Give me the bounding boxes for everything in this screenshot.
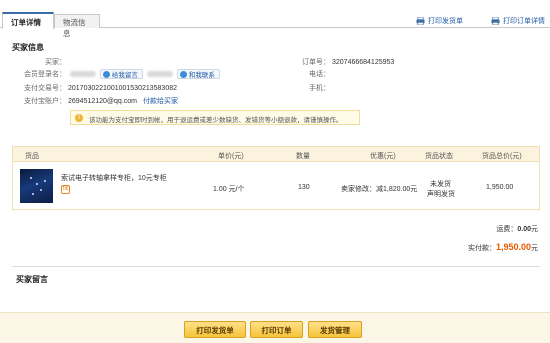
- buyer-message-title: 买家留言: [16, 275, 48, 284]
- leave-message-label: 给我留言: [111, 72, 138, 80]
- contact-me-button[interactable]: 和我联系: [176, 69, 220, 80]
- refund-notice: ! 该功能为支付宝即时到帐，用于退运费或差少数缺货、发错货等小额退款，请谨慎操作…: [70, 110, 360, 125]
- order-no-value: 3207466684125953: [332, 59, 395, 66]
- col-goods: 货品: [25, 153, 39, 160]
- quantity-cell: 130: [298, 184, 310, 191]
- shipping-fee-unit: 元: [531, 226, 538, 233]
- discount-cell: 卖家修改：减1,820.00元: [341, 186, 418, 193]
- tab-order-details[interactable]: 订单详情: [2, 12, 54, 29]
- col-status: 货品状态: [425, 153, 453, 160]
- buyer-info-title: 买家信息: [12, 43, 44, 52]
- col-quantity: 数量: [296, 153, 310, 160]
- total-cell: 1,950.00: [486, 184, 514, 191]
- table-row: 索试电子转轴拿样专柜，10元专柜 保 1.00 元/个 130 卖家修改：减1,…: [12, 162, 540, 210]
- alipay-account-value: 2694512120@qq.com: [68, 98, 137, 105]
- col-unit-price: 单价(元): [218, 153, 244, 160]
- alipay-label: 支付宝账户：: [24, 98, 66, 105]
- trade-no-value: 2017030221001001530213583082: [68, 85, 178, 92]
- shipping-fee-label: 运费：: [496, 226, 518, 233]
- phone-label: 电话：: [309, 71, 330, 78]
- printer-icon: [491, 17, 500, 25]
- print-shipping-button[interactable]: 打印发货单: [184, 321, 246, 338]
- buyer-label: 买家：: [45, 59, 66, 66]
- tab-logistics[interactable]: 物流信息: [54, 14, 100, 38]
- info-icon: !: [75, 114, 83, 122]
- mobile-label: 手机：: [309, 85, 330, 92]
- member-row: 会员登录名： 给我留言 和我联系: [4, 69, 220, 80]
- print-order-label: 打印订单详情: [503, 18, 545, 25]
- status-cell: 未发货: [430, 181, 451, 188]
- product-name-link[interactable]: 索试电子转轴拿样专柜，10元专柜: [61, 174, 181, 183]
- order-no-row: 订单号： 3207466684125953: [290, 57, 394, 67]
- order-no-label: 订单号：: [302, 59, 330, 66]
- guarantee-icon: 保: [61, 185, 70, 194]
- paid-value: 1,950.00: [495, 242, 531, 252]
- paid-label: 实付款：: [467, 245, 496, 252]
- declare-shipping-link[interactable]: 声明发货: [427, 189, 455, 199]
- buyer-row: 买家：: [4, 57, 66, 67]
- phone-row: 电话：: [290, 69, 330, 79]
- chat-icon: [102, 70, 110, 78]
- print-order-button[interactable]: 打印订单: [250, 321, 303, 338]
- shipping-management-button[interactable]: 发货管理: [308, 321, 362, 338]
- unit-price-cell: 1.00 元/个: [213, 186, 245, 193]
- tab-bar: 订单详情 物流信息 打印发货单 打印订单详情: [0, 0, 550, 38]
- contact-me-label: 和我联系: [188, 72, 215, 80]
- refund-notice-text: 该功能为支付宝即时到帐，用于退运费或差少数缺货、发错货等小额退款，请谨慎操作。: [89, 117, 343, 124]
- trade-no-label: 支付交易号：: [24, 85, 66, 92]
- print-shipping-link[interactable]: 打印发货单: [416, 16, 463, 26]
- print-order-link[interactable]: 打印订单详情: [491, 16, 545, 26]
- col-discount: 优惠(元): [370, 153, 396, 160]
- col-total: 货品总价(元): [482, 153, 522, 160]
- footer-bar: 打印发货单 打印订单 发货管理: [0, 312, 550, 343]
- shipping-fee-row: 运费：0.00元: [496, 224, 538, 234]
- redacted-name: [69, 71, 96, 78]
- trade-no-row: 支付交易号： 2017030221001001530213583082: [4, 83, 177, 93]
- member-label: 会员登录名：: [24, 71, 66, 78]
- goods-table-header: 货品 单价(元) 数量 优惠(元) 货品状态 货品总价(元): [12, 146, 540, 162]
- redacted-name: [146, 71, 173, 78]
- mobile-row: 手机：: [290, 83, 330, 93]
- pay-buyer-link[interactable]: 付款给买家: [143, 98, 178, 105]
- product-thumbnail[interactable]: [20, 169, 53, 203]
- print-shipping-label: 打印发货单: [428, 18, 463, 25]
- leave-message-button[interactable]: 给我留言: [99, 69, 143, 80]
- alipay-row: 支付宝账户： 2694512120@qq.com 付款给买家: [4, 96, 178, 106]
- printer-icon: [416, 17, 425, 25]
- section-divider: [12, 266, 540, 267]
- paid-unit: 元: [531, 245, 538, 252]
- shipping-fee-value: 0.00: [517, 226, 531, 233]
- chat-icon: [179, 70, 187, 78]
- paid-amount-row: 实付款：1,950.00元: [468, 242, 538, 253]
